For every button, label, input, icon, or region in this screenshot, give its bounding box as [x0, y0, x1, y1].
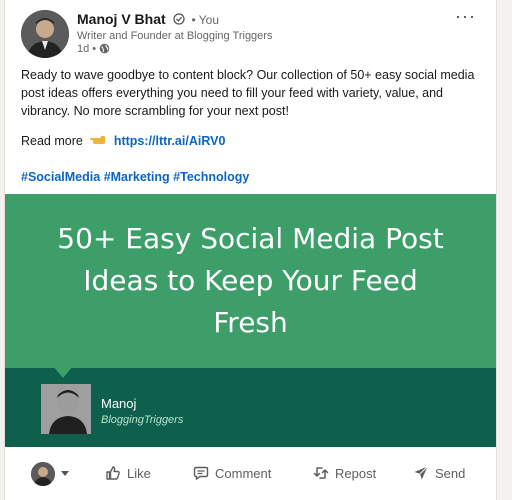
you-label: • You — [191, 13, 220, 27]
send-label: Send — [435, 466, 466, 481]
hashtags: #SocialMedia #Marketing #Technology — [21, 170, 249, 184]
post-link[interactable]: https://lttr.ai/AiRV0 — [114, 134, 226, 148]
banner-title-line-2: Ideas to Keep Your Feed — [83, 264, 418, 297]
hashtag-technology[interactable]: #Technology — [173, 170, 249, 184]
verified-icon — [172, 12, 185, 25]
banner-pointer — [53, 366, 73, 378]
post-time: 1d • — [77, 43, 97, 55]
author-avatar[interactable] — [21, 10, 69, 58]
banner-title: 50+ Easy Social Media Post Ideas to Keep… — [5, 218, 496, 344]
like-label: Like — [127, 466, 151, 481]
globe-icon — [99, 43, 110, 54]
hashtag-marketing[interactable]: #Marketing — [104, 170, 170, 184]
send-button[interactable]: Send — [413, 448, 465, 500]
signature-brand: BloggingTriggers — [101, 414, 184, 426]
post-body: Ready to wave goodbye to content block? … — [21, 68, 475, 118]
post-card: Manoj V Bhat • You Writer and Founder at… — [4, 0, 497, 500]
comment-label: Comment — [215, 466, 272, 481]
reactor-avatar[interactable] — [31, 462, 55, 486]
pointing-hand-icon — [90, 133, 106, 148]
comment-icon — [193, 466, 209, 481]
read-more-line: Read more https://lttr.ai/AiRV0 — [21, 133, 225, 148]
post-meta: 1d • — [77, 43, 110, 55]
repost-label: Repost — [335, 466, 377, 481]
action-bar: Like Comment Repost Send — [5, 448, 496, 500]
author-headline: Writer and Founder at Blogging Triggers — [77, 30, 273, 42]
chevron-down-icon[interactable] — [61, 471, 69, 476]
repost-button[interactable]: Repost — [313, 448, 376, 500]
signature-name: Manoj — [101, 396, 137, 411]
banner-title-line-3: Fresh — [213, 306, 288, 339]
like-button[interactable]: Like — [105, 448, 151, 500]
hashtag-social-media[interactable]: #SocialMedia — [21, 170, 100, 184]
more-icon[interactable]: ··· — [455, 6, 476, 27]
repost-icon — [313, 467, 329, 479]
article-banner[interactable]: 50+ Easy Social Media Post Ideas to Keep… — [5, 194, 496, 368]
post-header: Manoj V Bhat • You Writer and Founder at… — [21, 6, 484, 58]
post-text: Ready to wave goodbye to content block? … — [21, 66, 483, 120]
author-photo — [41, 384, 91, 434]
send-icon — [414, 466, 428, 480]
thumbs-up-icon — [106, 466, 120, 480]
comment-button[interactable]: Comment — [193, 448, 271, 500]
read-more-label: Read more — [21, 134, 83, 148]
banner-title-line-1: 50+ Easy Social Media Post — [57, 222, 444, 255]
author-name-text[interactable]: Manoj V Bhat — [77, 11, 166, 27]
author-name[interactable]: Manoj V Bhat • You — [77, 11, 219, 27]
